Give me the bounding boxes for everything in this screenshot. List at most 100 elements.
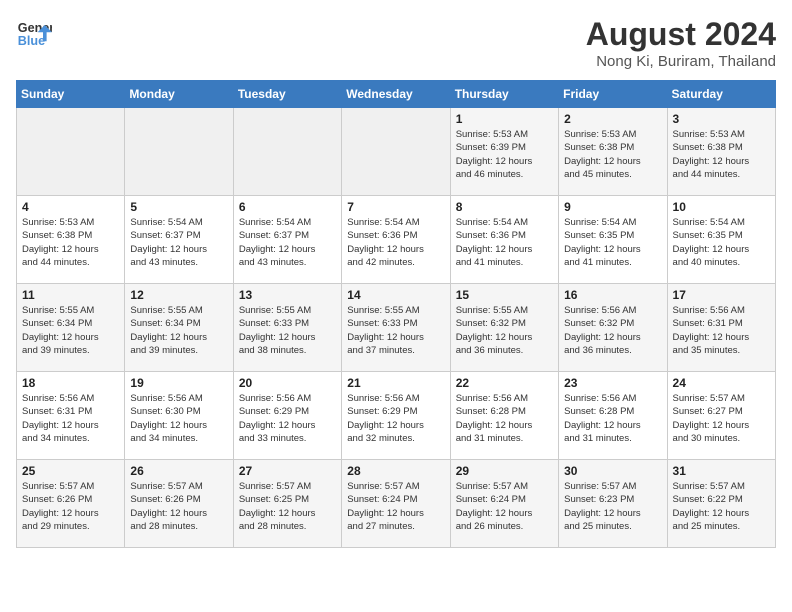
day-of-week-header: Friday bbox=[559, 81, 667, 108]
day-info: Sunrise: 5:56 AM Sunset: 6:32 PM Dayligh… bbox=[564, 304, 661, 357]
calendar-cell bbox=[342, 108, 450, 196]
day-info: Sunrise: 5:53 AM Sunset: 6:39 PM Dayligh… bbox=[456, 128, 553, 181]
day-info: Sunrise: 5:57 AM Sunset: 6:27 PM Dayligh… bbox=[673, 392, 770, 445]
header: General Blue August 2024 Nong Ki, Burira… bbox=[16, 16, 776, 70]
day-info: Sunrise: 5:55 AM Sunset: 6:33 PM Dayligh… bbox=[239, 304, 336, 357]
day-number: 26 bbox=[130, 464, 227, 478]
calendar-cell: 24 Sunrise: 5:57 AM Sunset: 6:27 PM Dayli… bbox=[667, 372, 775, 460]
day-info: Sunrise: 5:56 AM Sunset: 6:28 PM Dayligh… bbox=[456, 392, 553, 445]
calendar-cell: 19 Sunrise: 5:56 AM Sunset: 6:30 PM Dayli… bbox=[125, 372, 233, 460]
day-info: Sunrise: 5:56 AM Sunset: 6:31 PM Dayligh… bbox=[22, 392, 119, 445]
day-number: 21 bbox=[347, 376, 444, 390]
calendar-cell: 27 Sunrise: 5:57 AM Sunset: 6:25 PM Dayli… bbox=[233, 460, 341, 548]
svg-text:Blue: Blue bbox=[18, 34, 45, 48]
calendar-cell: 1 Sunrise: 5:53 AM Sunset: 6:39 PM Daylig… bbox=[450, 108, 558, 196]
day-number: 17 bbox=[673, 288, 770, 302]
day-number: 9 bbox=[564, 200, 661, 214]
day-info: Sunrise: 5:56 AM Sunset: 6:31 PM Dayligh… bbox=[673, 304, 770, 357]
day-number: 13 bbox=[239, 288, 336, 302]
day-number: 29 bbox=[456, 464, 553, 478]
day-of-week-header: Tuesday bbox=[233, 81, 341, 108]
day-of-week-header: Sunday bbox=[17, 81, 125, 108]
calendar-cell: 29Sunrise: 5:57 AM Sunset: 6:24 PM Dayli… bbox=[450, 460, 558, 548]
day-number: 5 bbox=[130, 200, 227, 214]
logo-icon: General Blue bbox=[16, 16, 52, 52]
day-info: Sunrise: 5:54 AM Sunset: 6:37 PM Dayligh… bbox=[239, 216, 336, 269]
calendar-cell: 16 Sunrise: 5:56 AM Sunset: 6:32 PM Dayli… bbox=[559, 284, 667, 372]
day-number: 28 bbox=[347, 464, 444, 478]
day-info: Sunrise: 5:56 AM Sunset: 6:28 PM Dayligh… bbox=[564, 392, 661, 445]
day-info: Sunrise: 5:55 AM Sunset: 6:32 PM Dayligh… bbox=[456, 304, 553, 357]
calendar-cell: 26 Sunrise: 5:57 AM Sunset: 6:26 PM Dayli… bbox=[125, 460, 233, 548]
day-number: 19 bbox=[130, 376, 227, 390]
day-info: Sunrise: 5:53 AM Sunset: 6:38 PM Dayligh… bbox=[673, 128, 770, 181]
day-info: Sunrise: 5:55 AM Sunset: 6:34 PM Dayligh… bbox=[130, 304, 227, 357]
calendar-cell bbox=[233, 108, 341, 196]
day-info: Sunrise: 5:56 AM Sunset: 6:30 PM Dayligh… bbox=[130, 392, 227, 445]
calendar-cell bbox=[17, 108, 125, 196]
day-number: 30 bbox=[564, 464, 661, 478]
calendar-cell: 23 Sunrise: 5:56 AM Sunset: 6:28 PM Dayli… bbox=[559, 372, 667, 460]
day-info: Sunrise: 5:57 AM Sunset: 6:23 PM Dayligh… bbox=[564, 480, 661, 533]
day-number: 1 bbox=[456, 112, 553, 126]
calendar-cell: 11Sunrise: 5:55 AM Sunset: 6:34 PM Dayli… bbox=[17, 284, 125, 372]
calendar-cell: 22 Sunrise: 5:56 AM Sunset: 6:28 PM Dayli… bbox=[450, 372, 558, 460]
calendar-cell: 30 Sunrise: 5:57 AM Sunset: 6:23 PM Dayli… bbox=[559, 460, 667, 548]
calendar-cell: 31Sunrise: 5:57 AM Sunset: 6:22 PM Dayli… bbox=[667, 460, 775, 548]
day-info: Sunrise: 5:57 AM Sunset: 6:25 PM Dayligh… bbox=[239, 480, 336, 533]
day-number: 20 bbox=[239, 376, 336, 390]
day-number: 18 bbox=[22, 376, 119, 390]
day-info: Sunrise: 5:56 AM Sunset: 6:29 PM Dayligh… bbox=[347, 392, 444, 445]
day-of-week-header: Thursday bbox=[450, 81, 558, 108]
calendar-cell: 25 Sunrise: 5:57 AM Sunset: 6:26 PM Dayli… bbox=[17, 460, 125, 548]
day-number: 27 bbox=[239, 464, 336, 478]
day-number: 23 bbox=[564, 376, 661, 390]
day-info: Sunrise: 5:55 AM Sunset: 6:34 PM Dayligh… bbox=[22, 304, 119, 357]
day-info: Sunrise: 5:57 AM Sunset: 6:26 PM Dayligh… bbox=[130, 480, 227, 533]
calendar-cell: 10Sunrise: 5:54 AM Sunset: 6:35 PM Dayli… bbox=[667, 196, 775, 284]
day-info: Sunrise: 5:54 AM Sunset: 6:36 PM Dayligh… bbox=[347, 216, 444, 269]
day-number: 4 bbox=[22, 200, 119, 214]
calendar-cell: 8 Sunrise: 5:54 AM Sunset: 6:36 PM Daylig… bbox=[450, 196, 558, 284]
calendar-cell: 17 Sunrise: 5:56 AM Sunset: 6:31 PM Dayli… bbox=[667, 284, 775, 372]
calendar-cell: 28 Sunrise: 5:57 AM Sunset: 6:24 PM Dayli… bbox=[342, 460, 450, 548]
day-of-week-header: Wednesday bbox=[342, 81, 450, 108]
calendar-cell: 15Sunrise: 5:55 AM Sunset: 6:32 PM Dayli… bbox=[450, 284, 558, 372]
title-area: August 2024 Nong Ki, Buriram, Thailand bbox=[586, 16, 776, 70]
calendar-cell: 4 Sunrise: 5:53 AM Sunset: 6:38 PM Daylig… bbox=[17, 196, 125, 284]
calendar-cell: 6 Sunrise: 5:54 AM Sunset: 6:37 PM Daylig… bbox=[233, 196, 341, 284]
calendar-cell: 14Sunrise: 5:55 AM Sunset: 6:33 PM Dayli… bbox=[342, 284, 450, 372]
calendar-cell: 20 Sunrise: 5:56 AM Sunset: 6:29 PM Dayli… bbox=[233, 372, 341, 460]
location: Nong Ki, Buriram, Thailand bbox=[586, 53, 776, 70]
day-number: 6 bbox=[239, 200, 336, 214]
day-info: Sunrise: 5:54 AM Sunset: 6:36 PM Dayligh… bbox=[456, 216, 553, 269]
day-of-week-header: Monday bbox=[125, 81, 233, 108]
day-info: Sunrise: 5:54 AM Sunset: 6:35 PM Dayligh… bbox=[673, 216, 770, 269]
day-info: Sunrise: 5:53 AM Sunset: 6:38 PM Dayligh… bbox=[22, 216, 119, 269]
day-number: 8 bbox=[456, 200, 553, 214]
day-info: Sunrise: 5:57 AM Sunset: 6:26 PM Dayligh… bbox=[22, 480, 119, 533]
day-number: 16 bbox=[564, 288, 661, 302]
day-info: Sunrise: 5:57 AM Sunset: 6:24 PM Dayligh… bbox=[347, 480, 444, 533]
day-number: 25 bbox=[22, 464, 119, 478]
day-number: 3 bbox=[673, 112, 770, 126]
day-info: Sunrise: 5:56 AM Sunset: 6:29 PM Dayligh… bbox=[239, 392, 336, 445]
day-of-week-header: Saturday bbox=[667, 81, 775, 108]
day-info: Sunrise: 5:54 AM Sunset: 6:35 PM Dayligh… bbox=[564, 216, 661, 269]
calendar-cell: 12 Sunrise: 5:55 AM Sunset: 6:34 PM Dayli… bbox=[125, 284, 233, 372]
calendar-cell: 13 Sunrise: 5:55 AM Sunset: 6:33 PM Dayli… bbox=[233, 284, 341, 372]
day-number: 31 bbox=[673, 464, 770, 478]
day-number: 22 bbox=[456, 376, 553, 390]
logo: General Blue bbox=[16, 16, 52, 52]
day-number: 12 bbox=[130, 288, 227, 302]
calendar-table: SundayMondayTuesdayWednesdayThursdayFrid… bbox=[16, 80, 776, 548]
calendar-cell: 5 Sunrise: 5:54 AM Sunset: 6:37 PM Daylig… bbox=[125, 196, 233, 284]
calendar-cell: 18 Sunrise: 5:56 AM Sunset: 6:31 PM Dayli… bbox=[17, 372, 125, 460]
day-number: 24 bbox=[673, 376, 770, 390]
day-info: Sunrise: 5:54 AM Sunset: 6:37 PM Dayligh… bbox=[130, 216, 227, 269]
calendar-cell: 21 Sunrise: 5:56 AM Sunset: 6:29 PM Dayli… bbox=[342, 372, 450, 460]
day-number: 7 bbox=[347, 200, 444, 214]
day-number: 2 bbox=[564, 112, 661, 126]
day-info: Sunrise: 5:53 AM Sunset: 6:38 PM Dayligh… bbox=[564, 128, 661, 181]
calendar-cell: 7 Sunrise: 5:54 AM Sunset: 6:36 PM Daylig… bbox=[342, 196, 450, 284]
